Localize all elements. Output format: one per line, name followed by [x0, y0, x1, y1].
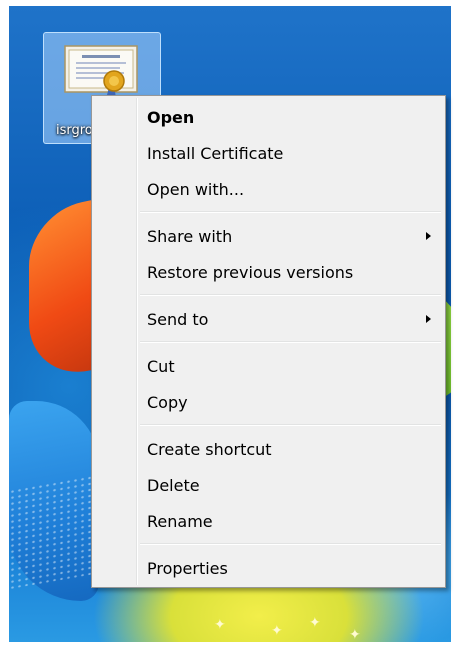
menu-separator	[140, 294, 441, 296]
menu-separator	[140, 211, 441, 213]
menu-item-delete[interactable]: Delete	[94, 468, 443, 502]
menu-item-properties[interactable]: Properties	[94, 551, 443, 585]
menu-item-label: Copy	[147, 393, 188, 412]
sparkle-icon: ✦	[349, 627, 361, 642]
menu-item-label: Install Certificate	[147, 144, 284, 163]
menu-item-label: Cut	[147, 357, 175, 376]
menu-separator	[140, 424, 441, 426]
menu-separator	[140, 341, 441, 343]
menu-item-label: Share with	[147, 227, 233, 246]
menu-item-share-with[interactable]: Share with	[94, 219, 443, 253]
menu-item-open-with[interactable]: Open with...	[94, 172, 443, 206]
sparkle-icon: ✦	[309, 615, 321, 631]
menu-item-send-to[interactable]: Send to	[94, 302, 443, 336]
menu-item-label: Send to	[147, 310, 209, 329]
desktop-icon-label: isrgro	[56, 123, 93, 138]
context-menu: Open Install Certificate Open with... Share…	[91, 95, 446, 588]
menu-item-create-shortcut[interactable]: Create shortcut	[94, 432, 443, 466]
menu-item-restore-previous-versions[interactable]: Restore previous versions	[94, 255, 443, 289]
menu-item-install-certificate[interactable]: Install Certificate	[94, 136, 443, 170]
menu-item-label: Create shortcut	[147, 440, 272, 459]
menu-item-cut[interactable]: Cut	[94, 349, 443, 383]
certificate-file-icon	[64, 45, 138, 99]
menu-item-open[interactable]: Open	[94, 100, 443, 134]
menu-item-rename[interactable]: Rename	[94, 504, 443, 538]
menu-item-label: Open	[147, 108, 195, 127]
sparkle-icon: ✦	[271, 623, 283, 639]
menu-item-label: Properties	[147, 559, 228, 578]
submenu-arrow-icon	[426, 232, 431, 240]
wallpaper-flag-red-shape	[29, 198, 99, 384]
menu-item-label: Restore previous versions	[147, 263, 354, 282]
menu-item-label: Rename	[147, 512, 213, 531]
menu-item-label: Delete	[147, 476, 200, 495]
menu-separator	[140, 543, 441, 545]
sparkle-icon: ✦	[214, 617, 226, 633]
menu-item-label: Open with...	[147, 180, 245, 199]
menu-item-copy[interactable]: Copy	[94, 385, 443, 419]
submenu-arrow-icon	[426, 315, 431, 323]
